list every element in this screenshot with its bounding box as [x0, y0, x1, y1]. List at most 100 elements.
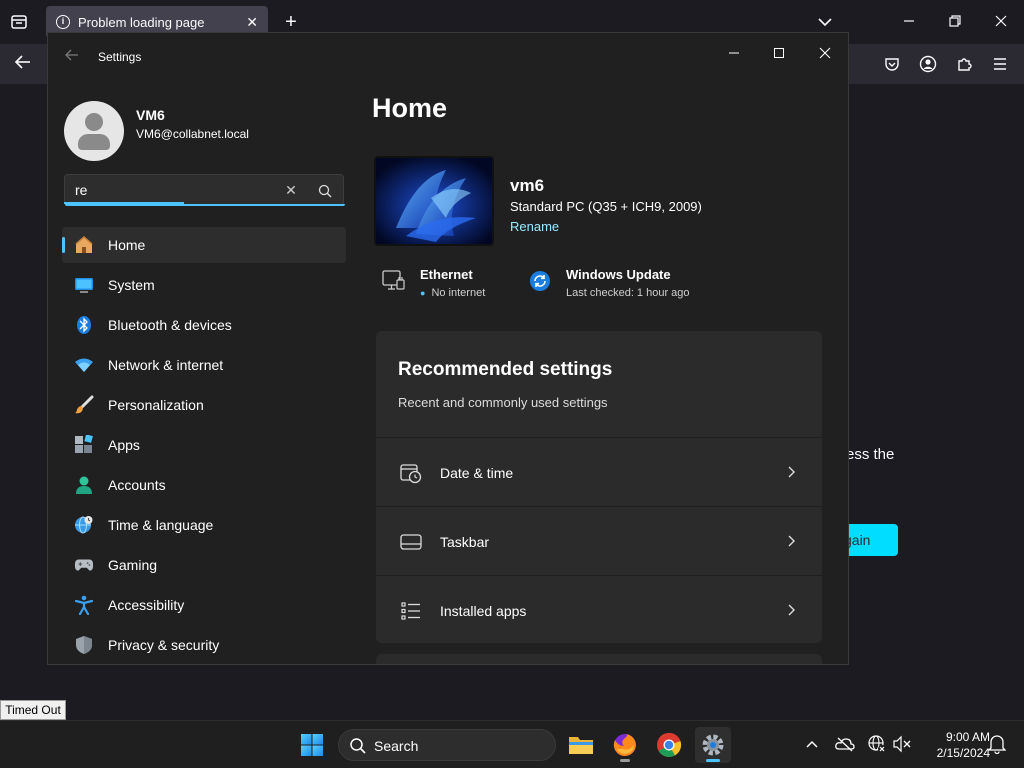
tab-title: Problem loading page	[78, 14, 205, 30]
nav-item-time-language[interactable]: Time & language	[62, 507, 346, 543]
close-icon[interactable]	[808, 39, 842, 69]
search-icon[interactable]	[315, 181, 335, 201]
device-name: vm6	[510, 176, 545, 195]
windows-update-status[interactable]: Windows Update Last checked: 1 hour ago	[528, 265, 738, 305]
menu-icon[interactable]	[988, 52, 1012, 76]
chrome-app[interactable]	[651, 727, 687, 763]
shield-icon	[74, 635, 94, 655]
info-icon: i	[56, 15, 70, 29]
volume-muted-icon[interactable]	[891, 733, 913, 755]
gear-icon	[702, 734, 724, 756]
nav-item-personalization[interactable]: Personalization	[62, 387, 346, 423]
network-no-internet-icon[interactable]	[866, 733, 888, 755]
chevron-right-icon	[782, 462, 800, 482]
browser-restore-icon[interactable]	[940, 8, 970, 36]
apps-icon	[74, 435, 94, 455]
nav-item-accessibility[interactable]: Accessibility	[62, 587, 346, 623]
extensions-icon[interactable]	[952, 52, 976, 76]
show-hidden-icons-chevron-icon[interactable]	[801, 733, 823, 755]
ethernet-title: Ethernet	[420, 267, 473, 282]
ethernet-status-text: No internet	[431, 287, 486, 299]
recommended-item-date-time[interactable]: Date & time	[376, 437, 822, 505]
search-value: re	[75, 182, 88, 198]
nav-item-bluetooth[interactable]: Bluetooth & devices	[62, 307, 346, 343]
onedrive-offline-icon[interactable]	[834, 733, 856, 755]
network-icon	[74, 355, 94, 375]
nav-item-apps[interactable]: Apps	[62, 427, 346, 463]
recommended-label: Date & time	[440, 465, 514, 481]
windows-update-icon	[528, 269, 552, 293]
minimize-icon[interactable]	[717, 39, 751, 69]
recommended-settings-card: Recommended settings Recent and commonly…	[376, 331, 822, 643]
windows-update-subtitle: Last checked: 1 hour ago	[566, 287, 690, 299]
device-wallpaper-thumbnail[interactable]	[374, 156, 494, 246]
nav-label: Gaming	[108, 557, 158, 573]
title-bar: Settings	[48, 33, 848, 81]
globe-clock-icon	[74, 515, 94, 535]
running-indicator	[706, 759, 720, 762]
nav-item-network[interactable]: Network & internet	[62, 347, 346, 383]
next-card-edge	[376, 654, 822, 664]
nav-label: Accounts	[108, 477, 166, 493]
error-description-fragment: ess the	[846, 446, 895, 463]
rename-link[interactable]: Rename	[510, 219, 559, 234]
profile-email: VM6@collabnet.local	[136, 127, 249, 141]
recommended-item-installed-apps[interactable]: Installed apps	[376, 575, 822, 643]
user-profile[interactable]: VM6 VM6@collabnet.local	[64, 101, 354, 165]
browser-close-icon[interactable]	[986, 8, 1016, 36]
clock-date: 2/15/2024	[936, 746, 990, 760]
nav-item-accounts[interactable]: Accounts	[62, 467, 346, 503]
tab-close-icon[interactable]: ✕	[246, 14, 258, 31]
clock[interactable]: 9:00 AM 2/15/2024	[920, 729, 990, 761]
nav-item-privacy-security[interactable]: Privacy & security	[62, 627, 346, 663]
bluetooth-icon	[74, 315, 94, 335]
nav-label: Time & language	[108, 517, 214, 533]
back-arrow-icon[interactable]	[62, 47, 82, 67]
running-indicator	[620, 759, 630, 762]
browser-minimize-icon[interactable]	[894, 8, 924, 36]
search-icon	[349, 737, 367, 755]
clear-search-icon[interactable]: ✕	[281, 180, 301, 200]
settings-app[interactable]	[695, 727, 731, 763]
notifications-bell-icon[interactable]	[986, 733, 1008, 755]
new-tab-button[interactable]: +	[280, 10, 302, 34]
accessibility-icon	[74, 595, 94, 615]
firefox-app[interactable]	[607, 727, 643, 763]
ethernet-subtitle: ● No internet	[420, 287, 485, 299]
recommended-subtitle: Recent and commonly used settings	[398, 395, 608, 410]
nav-label: Bluetooth & devices	[108, 317, 232, 333]
nav-label: Privacy & security	[108, 637, 220, 653]
recommended-item-taskbar[interactable]: Taskbar	[376, 506, 822, 574]
file-explorer-app[interactable]	[563, 727, 599, 763]
recommended-label: Installed apps	[440, 603, 527, 619]
recommended-label: Taskbar	[440, 534, 490, 550]
system-icon	[74, 275, 94, 295]
taskbar-search-input[interactable]: Search	[338, 729, 556, 761]
device-model: Standard PC (Q35 + ICH9, 2009)	[510, 199, 702, 214]
settings-nav: Home System Bluetooth & devices Network …	[62, 227, 346, 664]
account-icon[interactable]	[916, 52, 940, 76]
browser-back-icon[interactable]	[10, 52, 36, 76]
brush-icon	[74, 395, 94, 415]
ethernet-status[interactable]: Ethernet ● No internet	[382, 265, 522, 305]
settings-window: Settings VM6 VM6@collabnet.local re ✕ Ho…	[47, 32, 849, 665]
firefox-view-icon[interactable]	[8, 12, 30, 32]
nav-item-gaming[interactable]: Gaming	[62, 547, 346, 583]
windows-update-title: Windows Update	[566, 267, 671, 282]
maximize-icon[interactable]	[762, 39, 796, 69]
home-icon	[74, 235, 94, 255]
pocket-icon[interactable]	[880, 52, 904, 76]
list-all-tabs-icon[interactable]	[814, 12, 836, 32]
nav-item-home[interactable]: Home	[62, 227, 346, 263]
folder-icon	[569, 737, 593, 754]
clock-time: 9:00 AM	[945, 730, 990, 744]
list-icon	[400, 600, 422, 622]
search-focus-underline	[65, 204, 345, 206]
recommended-title: Recommended settings	[398, 359, 613, 380]
avatar	[64, 101, 124, 161]
try-again-button[interactable]: gain	[846, 524, 898, 556]
taskbar-icon	[400, 531, 422, 553]
start-button[interactable]	[296, 729, 328, 761]
nav-item-system[interactable]: System	[62, 267, 346, 303]
ethernet-icon	[382, 269, 406, 293]
